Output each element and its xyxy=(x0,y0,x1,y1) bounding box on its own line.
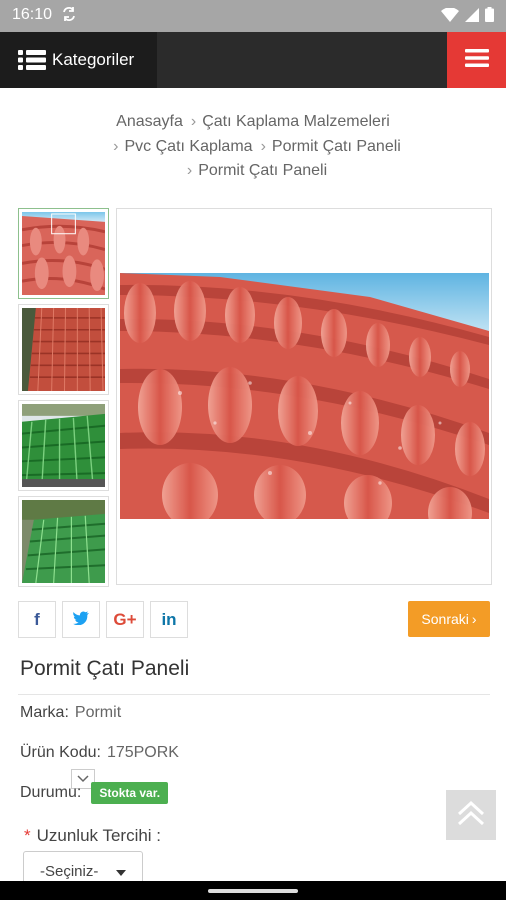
linkedin-share-button[interactable]: in xyxy=(150,601,188,638)
sync-icon xyxy=(62,6,76,26)
social-share: f G+ in xyxy=(18,601,188,638)
thumbnail-2[interactable] xyxy=(18,304,109,395)
hamburger-icon xyxy=(464,48,489,73)
categories-label: Kategoriler xyxy=(52,50,135,69)
system-navigation-bar xyxy=(0,881,506,900)
status-bar: 16:10 xyxy=(0,0,506,32)
chevron-right-icon: › xyxy=(260,137,266,155)
signal-icon xyxy=(465,7,479,27)
categories-button[interactable]: Kategoriler xyxy=(0,32,157,88)
product-code-row: Ürün Kodu: 175PORK xyxy=(20,744,179,762)
scroll-to-top-button[interactable] xyxy=(446,790,496,840)
chevron-right-icon: › xyxy=(471,611,477,627)
google-plus-share-button[interactable]: G+ xyxy=(106,601,144,638)
status-row: Durumu: Stokta var. xyxy=(20,782,169,804)
brand-label: Marka: xyxy=(20,704,69,721)
top-navbar: Kategoriler xyxy=(0,32,506,88)
hamburger-menu-button[interactable] xyxy=(447,32,506,88)
google-plus-icon: G+ xyxy=(113,609,137,629)
product-code-label: Ürün Kodu: xyxy=(20,744,101,761)
breadcrumb-home[interactable]: Anasayfa xyxy=(116,113,183,130)
chevron-right-icon: › xyxy=(186,162,193,179)
next-product-button[interactable]: Sonraki › xyxy=(408,601,490,637)
wifi-icon xyxy=(441,6,459,27)
breadcrumb-pvc-roofing[interactable]: Pvc Çatı Kaplama xyxy=(125,138,253,155)
status-label: Durumu: xyxy=(20,784,82,802)
facebook-share-button[interactable]: f xyxy=(18,601,56,638)
thumbnail-1[interactable] xyxy=(18,208,109,299)
brand-value[interactable]: Pormit xyxy=(75,704,121,721)
next-label: Sonraki xyxy=(421,611,469,627)
length-option-label: * Uzunluk Tercihi : xyxy=(24,826,161,846)
stock-status-badge: Stokta var. xyxy=(91,782,169,804)
breadcrumb-pormit-category[interactable]: Pormit Çatı Paneli xyxy=(272,138,401,155)
twitter-icon xyxy=(73,610,89,630)
caret-down-icon xyxy=(116,870,126,876)
product-photo xyxy=(120,273,489,519)
thumbnail-list xyxy=(18,208,110,789)
linkedin-icon: in xyxy=(161,609,177,629)
product-code-value: 175PORK xyxy=(106,744,179,761)
battery-icon xyxy=(485,7,494,27)
home-gesture-handle[interactable] xyxy=(208,889,298,893)
thumbnail-4[interactable] xyxy=(18,496,109,587)
list-icon xyxy=(18,49,46,71)
breadcrumb-roof-materials[interactable]: Çatı Kaplama Malzemeleri xyxy=(202,113,390,130)
status-time: 16:10 xyxy=(12,6,53,23)
product-title: Pormit Çatı Paneli xyxy=(20,657,190,680)
twitter-share-button[interactable] xyxy=(62,601,100,638)
chevron-right-icon: › xyxy=(190,113,197,130)
divider xyxy=(18,694,490,695)
length-option-text: Uzunluk Tercihi : xyxy=(36,826,162,845)
required-marker: * xyxy=(24,826,31,845)
brand-row: Marka: Pormit xyxy=(20,704,121,722)
chevron-right-icon: › xyxy=(113,137,119,155)
thumbnail-3[interactable] xyxy=(18,400,109,491)
main-product-image[interactable] xyxy=(116,208,492,585)
double-chevron-up-icon xyxy=(456,798,486,833)
breadcrumb-current: Pormit Çatı Paneli xyxy=(198,162,328,179)
length-select-value: -Seçiniz- xyxy=(40,863,99,880)
facebook-icon: f xyxy=(34,609,40,629)
breadcrumb: Anasayfa › Çatı Kaplama Malzemeleri › Pvc Ç… xyxy=(20,110,486,184)
